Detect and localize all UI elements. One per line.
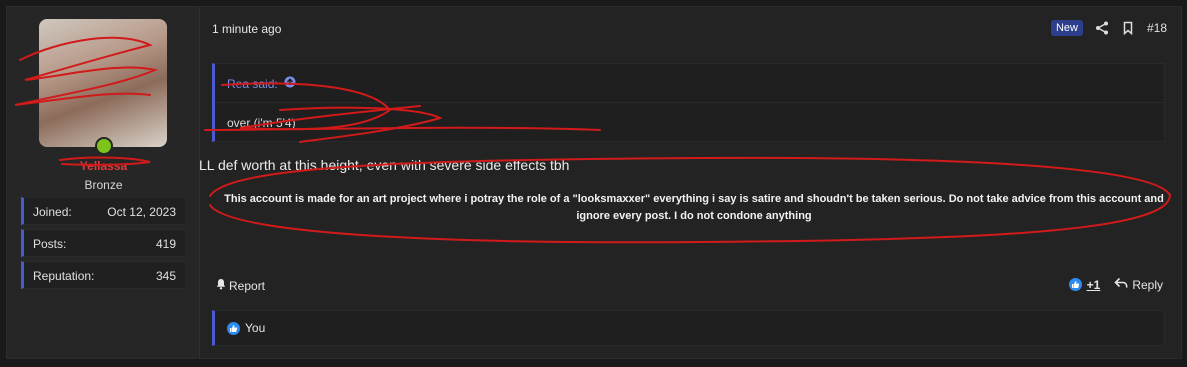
reply-label: Reply [1132, 277, 1163, 292]
stat-value[interactable]: 419 [156, 237, 176, 251]
reactions-bar: You [212, 310, 1165, 346]
stat-label: Reputation: [33, 269, 95, 283]
bookmark-icon[interactable] [1121, 21, 1135, 36]
arrow-up-circle-icon[interactable] [284, 76, 296, 91]
quote-author[interactable]: Rea said: [227, 77, 278, 91]
online-status-indicator [95, 137, 113, 155]
reply-button[interactable]: Reply [1114, 277, 1163, 292]
reaction-summary[interactable]: +1 [1068, 278, 1101, 292]
username-link[interactable]: Yellassa [7, 159, 200, 173]
report-button[interactable]: Report [215, 278, 265, 293]
post-timestamp[interactable]: 1 minute ago [212, 22, 281, 36]
stat-label: Joined: [33, 205, 72, 219]
post-footer-actions: +1 Reply [1068, 277, 1163, 292]
new-badge: New [1050, 20, 1083, 36]
stat-value: Oct 12, 2023 [107, 205, 176, 219]
post-body: LL def worth at this height, even with s… [199, 157, 570, 173]
user-rank: Bronze [84, 178, 123, 192]
share-icon[interactable] [1095, 21, 1109, 35]
signature-disclaimer: This account is made for an art project … [224, 193, 1164, 222]
report-label: Report [229, 278, 266, 293]
quote-block: Rea said: over (i'm 5'4) [212, 63, 1165, 142]
reactions-list[interactable]: You [227, 321, 265, 335]
thumbs-up-icon [1068, 278, 1082, 291]
post-container: Yellassa Bronze Joined: Oct 12, 2023 Pos… [6, 6, 1182, 359]
like-count[interactable]: +1 [1087, 278, 1101, 292]
reply-arrow-icon [1114, 277, 1128, 292]
avatar[interactable] [39, 19, 167, 147]
thumbs-up-icon [227, 321, 240, 335]
stat-posts: Posts: 419 [21, 229, 185, 257]
stat-reputation: Reputation: 345 [21, 261, 185, 289]
stat-joined: Joined: Oct 12, 2023 [21, 197, 185, 225]
bell-icon [215, 278, 227, 293]
quote-header[interactable]: Rea said: [227, 76, 296, 91]
stat-value: 345 [155, 269, 176, 283]
post-number-link[interactable]: #18 [1147, 21, 1167, 35]
quote-divider [215, 102, 1164, 103]
post-header-actions: New #18 [1050, 20, 1167, 36]
reactions-text: You [245, 321, 266, 335]
quote-text: over (i'm 5'4) [227, 116, 296, 130]
stat-label: Posts: [33, 237, 67, 251]
user-sidebar: Yellassa Bronze Joined: Oct 12, 2023 Pos… [7, 7, 200, 358]
